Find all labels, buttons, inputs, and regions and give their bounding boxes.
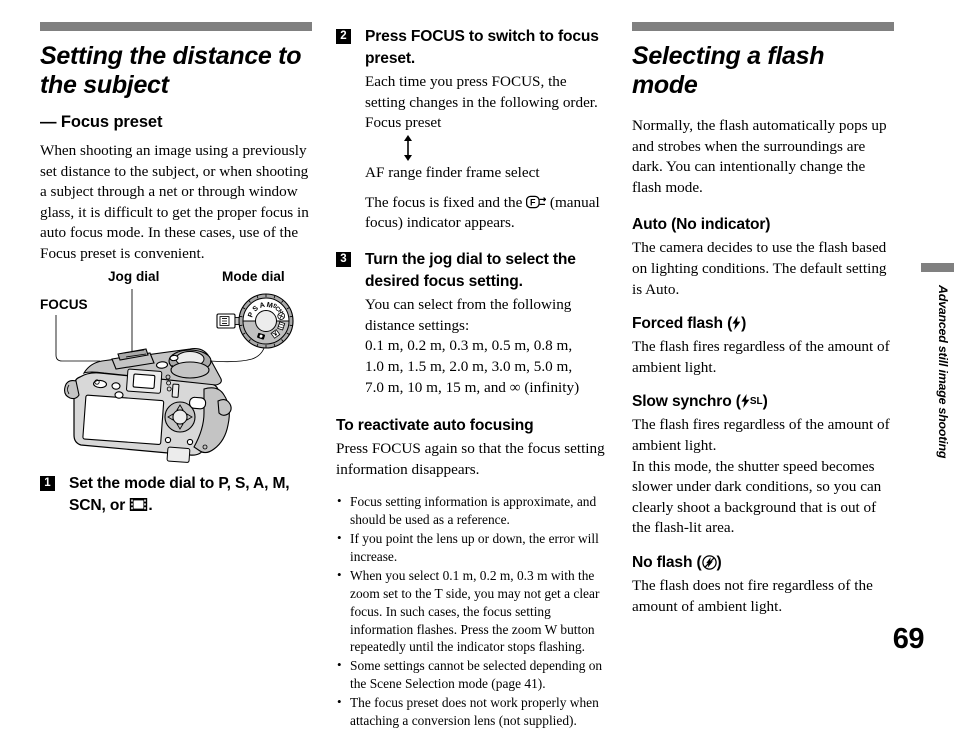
flash-mode-forced-label-prefix: Forced flash ( [632,315,733,333]
movie-mode-icon [129,497,148,512]
flash-mode-auto-heading: Auto (No indicator) [632,216,771,234]
flash-intro-paragraph: Normally, the flash automatically pops u… [632,117,887,196]
note-item: Some settings cannot be selected dependi… [336,656,608,693]
step-3-number: 3 [336,251,351,267]
step-1-heading-text-after: . [148,496,153,514]
flash-mode-slow-label-prefix: Slow synchro ( [632,393,741,411]
flash-mode-slow-label-suffix: ) [762,393,768,411]
intro-paragraph: When shooting an image using a previousl… [40,142,309,262]
flash-mode-no-flash-body: The flash does not fire regardless of th… [632,576,873,615]
distance-list-line-3: 7.0 m, 10 m, 15 m, and ∞ (infinity) [365,378,580,396]
step-2-paragraph-2: The focus is fixed and the F (manual foc… [365,193,608,234]
page-subtitle: — Focus preset [40,113,163,131]
no-flash-icon [701,555,717,570]
step-2: 2 Press FOCUS to switch to focus preset.… [336,26,608,234]
step-3-paragraph: You can select from the following distan… [365,296,572,334]
flash-mode-auto-body: The camera decides to use the flash base… [632,239,887,298]
notes-list: Focus setting information is approximate… [336,492,608,730]
flash-mode-noflash-label-suffix: ) [716,553,722,571]
flash-section-title: Selecting a flash mode [632,42,825,99]
manual-focus-indicator-icon: F [526,195,547,209]
step-1-heading: Set the mode dial to P, S, A, M, SCN, or… [40,473,312,517]
figure-label-mode-dial: Mode dial [222,268,285,284]
note-item: The focus preset does not work properly … [336,693,608,730]
flash-mode-slow-synchro-heading: Slow synchro ( SL) [632,393,894,411]
side-tab-label: Advanced still image shooting [936,285,950,459]
distance-list-line-1: 0.1 m, 0.2 m, 0.3 m, 0.5 m, 0.8 m, [365,337,573,355]
reactivate-heading: To reactivate auto focusing [336,417,534,435]
step-1-number: 1 [40,475,55,491]
flash-mode-forced-heading: Forced flash ( ) [632,315,894,333]
side-tab-bar [921,263,954,272]
step-2-number: 2 [336,29,351,44]
step-3: 3 Turn the jog dial to select the desire… [336,249,608,398]
page-title: Setting the distance to the subject [40,42,302,99]
step-2-body2-before: The focus is fixed and the [365,193,527,211]
left-column: Setting the distance to the subject — Fo… [40,0,312,517]
reactivate-body: Press FOCUS again so that the focus sett… [336,440,605,478]
note-item: Focus setting information is approximate… [336,492,608,529]
flow-item-focus-preset: Focus preset [365,114,442,132]
chapter-side-tab: Advanced still image shooting [921,263,954,483]
camera-figure: Jog dial Mode dial FOCUS .ln { fill:none… [40,269,312,469]
step-1-heading-text-before: Set the mode dial to P, S, A, M, SCN, or [69,474,290,514]
flash-mode-no-flash-heading: No flash ( ) [632,554,894,572]
right-column: Selecting a flash mode Normally, the fla… [632,0,894,617]
flash-mode-slow-body-2: In this mode, the shutter speed becomes … [632,457,882,537]
figure-label-focus: FOCUS [40,296,88,312]
svg-text:F: F [530,197,536,207]
distance-list-line-2: 1.0 m, 1.5 m, 2.0 m, 3.0 m, 5.0 m, [365,357,573,375]
figure-label-jog-dial: Jog dial [108,268,160,284]
flash-mode-forced-body: The flash fires regardless of the amount… [632,338,890,376]
step-2-paragraph: Each time you press FOCUS, the setting c… [365,73,598,111]
step-2-body: Each time you press FOCUS, the setting c… [336,72,608,234]
flash-mode-noflash-label-prefix: No flash ( [632,553,702,571]
step-3-body: You can select from the following distan… [336,295,608,398]
note-item: When you select 0.1 m, 0.2 m, 0.3 m with… [336,566,608,656]
flash-bolt-icon [732,316,741,331]
manual-page: Setting the distance to the subject — Fo… [0,0,954,728]
middle-column: 2 Press FOCUS to switch to focus preset.… [336,0,608,731]
step-2-heading: Press FOCUS to switch to focus preset. [365,28,599,68]
section-header-bar-right [632,22,894,31]
note-item: If you point the lens up or down, the er… [336,529,608,566]
section-header-bar-left [40,22,312,31]
flash-mode-forced-label-suffix: ) [741,315,747,333]
flow-double-arrow [365,135,608,162]
step-1: 1 Set the mode dial to P, S, A, M, SCN, … [40,473,312,517]
flash-bolt-icon [741,394,750,409]
step-3-heading: Turn the jog dial to select the desired … [365,250,576,290]
page-number: 69 [892,623,925,655]
flow-item-af-range-finder: AF range finder frame select [365,164,540,182]
flash-mode-slow-sl-superscript: SL [749,396,763,408]
flash-mode-slow-body-1: The flash fires regardless of the amount… [632,416,890,454]
